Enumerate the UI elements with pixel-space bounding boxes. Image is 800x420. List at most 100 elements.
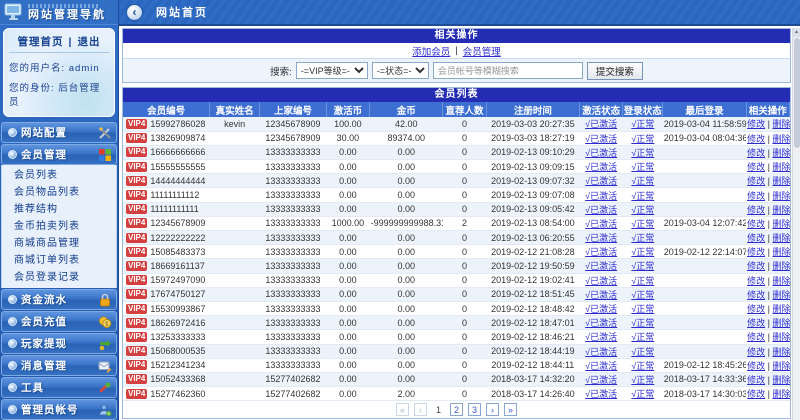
search-input[interactable]: [433, 62, 583, 79]
login-status-link[interactable]: √正常: [631, 389, 654, 399]
scroll-up-arrow[interactable]: ▲: [793, 28, 800, 37]
delete-link[interactable]: 删除: [772, 347, 789, 357]
sidebar-item-funds[interactable]: 资金流水: [1, 289, 117, 310]
add-member-link[interactable]: 添加会员: [412, 44, 450, 58]
edit-link[interactable]: 修改: [747, 119, 765, 129]
edit-link[interactable]: 修改: [747, 134, 765, 144]
sidebar-item-withdraw[interactable]: 玩家提现: [1, 333, 117, 354]
activation-status-link[interactable]: √已激活: [585, 233, 617, 243]
login-status-link[interactable]: √正常: [631, 191, 654, 201]
delete-link[interactable]: 删除: [772, 247, 789, 257]
scrollbar-thumb[interactable]: [794, 38, 800, 148]
edit-link[interactable]: 修改: [747, 162, 765, 172]
delete-link[interactable]: 删除: [772, 375, 789, 385]
activation-status-link[interactable]: √已激活: [585, 176, 617, 186]
submenu-item[interactable]: 会员物品列表: [2, 184, 116, 201]
sidebar-item-tool[interactable]: 工具: [1, 377, 117, 398]
login-status-link[interactable]: √正常: [631, 290, 654, 300]
delete-link[interactable]: 删除: [772, 162, 789, 172]
delete-link[interactable]: 删除: [772, 134, 789, 144]
page-button-›[interactable]: ›: [486, 403, 499, 416]
login-status-link[interactable]: √正常: [631, 162, 654, 172]
edit-link[interactable]: 修改: [747, 332, 765, 342]
page-button-«[interactable]: «: [396, 403, 409, 416]
activation-status-link[interactable]: √已激活: [585, 361, 617, 371]
activation-status-link[interactable]: √已激活: [585, 304, 617, 314]
login-status-link[interactable]: √正常: [631, 347, 654, 357]
submenu-item[interactable]: 商城商品管理: [2, 235, 116, 252]
login-status-link[interactable]: √正常: [631, 134, 654, 144]
sidebar-item-tools[interactable]: 网站配置: [1, 122, 117, 143]
activation-status-link[interactable]: √已激活: [585, 290, 617, 300]
delete-link[interactable]: 删除: [772, 318, 789, 328]
activation-status-link[interactable]: √已激活: [585, 261, 617, 271]
delete-link[interactable]: 删除: [772, 219, 789, 229]
status-select[interactable]: -=状态=-: [372, 62, 429, 79]
login-status-link[interactable]: √正常: [631, 276, 654, 286]
page-button-3[interactable]: 3: [468, 403, 481, 416]
submit-search-button[interactable]: 提交搜索: [587, 62, 643, 80]
sidebar-item-members[interactable]: 会员管理: [1, 144, 117, 165]
login-status-link[interactable]: √正常: [631, 304, 654, 314]
login-status-link[interactable]: √正常: [631, 318, 654, 328]
vip-level-select[interactable]: -=VIP等级=-: [296, 62, 368, 79]
back-button[interactable]: ‹: [127, 5, 142, 20]
activation-status-link[interactable]: √已激活: [585, 332, 617, 342]
vertical-scrollbar[interactable]: ▲: [792, 28, 800, 420]
admin-home-link[interactable]: 管理首页: [18, 36, 64, 48]
submenu-item[interactable]: 商城订单列表: [2, 252, 116, 269]
login-status-link[interactable]: √正常: [631, 233, 654, 243]
login-status-link[interactable]: √正常: [631, 176, 654, 186]
activation-status-link[interactable]: √已激活: [585, 389, 617, 399]
submenu-item[interactable]: 推荐结构: [2, 201, 116, 218]
activation-status-link[interactable]: √已激活: [585, 375, 617, 385]
edit-link[interactable]: 修改: [747, 347, 765, 357]
logout-link[interactable]: 退出: [77, 36, 100, 48]
edit-link[interactable]: 修改: [747, 176, 765, 186]
submenu-item[interactable]: 会员登录记录: [2, 269, 116, 286]
delete-link[interactable]: 删除: [772, 290, 789, 300]
edit-link[interactable]: 修改: [747, 247, 765, 257]
delete-link[interactable]: 删除: [772, 304, 789, 314]
delete-link[interactable]: 删除: [772, 176, 789, 186]
submenu-item[interactable]: 金币拍卖列表: [2, 218, 116, 235]
login-status-link[interactable]: √正常: [631, 148, 654, 158]
page-button-»[interactable]: »: [504, 403, 517, 416]
delete-link[interactable]: 删除: [772, 233, 789, 243]
activation-status-link[interactable]: √已激活: [585, 347, 617, 357]
delete-link[interactable]: 删除: [772, 191, 789, 201]
page-button-‹[interactable]: ‹: [414, 403, 427, 416]
edit-link[interactable]: 修改: [747, 361, 765, 371]
sidebar-item-recharge[interactable]: 会员充值$: [1, 311, 117, 332]
login-status-link[interactable]: √正常: [631, 219, 654, 229]
activation-status-link[interactable]: √已激活: [585, 119, 617, 129]
activation-status-link[interactable]: √已激活: [585, 148, 617, 158]
edit-link[interactable]: 修改: [747, 318, 765, 328]
edit-link[interactable]: 修改: [747, 191, 765, 201]
edit-link[interactable]: 修改: [747, 233, 765, 243]
edit-link[interactable]: 修改: [747, 389, 765, 399]
activation-status-link[interactable]: √已激活: [585, 318, 617, 328]
login-status-link[interactable]: √正常: [631, 261, 654, 271]
edit-link[interactable]: 修改: [747, 276, 765, 286]
edit-link[interactable]: 修改: [747, 219, 765, 229]
edit-link[interactable]: 修改: [747, 375, 765, 385]
delete-link[interactable]: 删除: [772, 261, 789, 271]
activation-status-link[interactable]: √已激活: [585, 247, 617, 257]
login-status-link[interactable]: √正常: [631, 361, 654, 371]
delete-link[interactable]: 删除: [772, 332, 789, 342]
submenu-item[interactable]: 会员列表: [2, 167, 116, 184]
activation-status-link[interactable]: √已激活: [585, 134, 617, 144]
edit-link[interactable]: 修改: [747, 205, 765, 215]
login-status-link[interactable]: √正常: [631, 119, 654, 129]
delete-link[interactable]: 删除: [772, 205, 789, 215]
edit-link[interactable]: 修改: [747, 290, 765, 300]
login-status-link[interactable]: √正常: [631, 247, 654, 257]
login-status-link[interactable]: √正常: [631, 375, 654, 385]
activation-status-link[interactable]: √已激活: [585, 162, 617, 172]
delete-link[interactable]: 删除: [772, 361, 789, 371]
edit-link[interactable]: 修改: [747, 261, 765, 271]
edit-link[interactable]: 修改: [747, 304, 765, 314]
member-manage-link[interactable]: 会员管理: [463, 44, 501, 58]
activation-status-link[interactable]: √已激活: [585, 219, 617, 229]
